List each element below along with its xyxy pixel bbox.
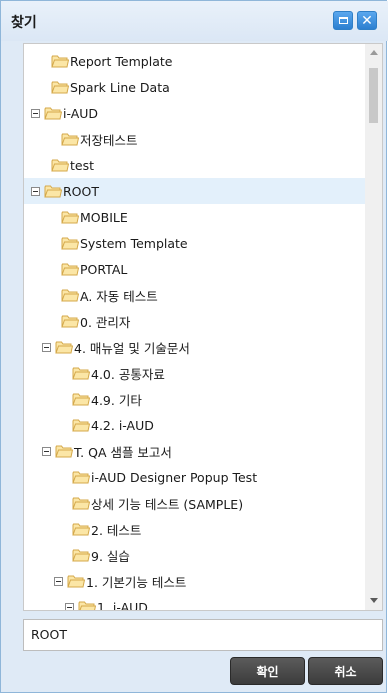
tree-item-label: 4. 매뉴얼 및 기술문서 [74,340,190,356]
tree-item-label: 상세 기능 테스트 (SAMPLE) [91,496,244,512]
maximize-icon [338,17,348,24]
maximize-button[interactable] [333,11,353,30]
folder-icon [51,55,69,68]
folder-icon [61,133,79,146]
folder-icon [72,471,90,484]
tree-item[interactable]: 1. 기본기능 테스트 [54,568,186,594]
scroll-up-icon[interactable] [370,50,378,55]
folder-icon [72,367,90,380]
cancel-button[interactable]: 취소 [308,657,383,685]
tree-item-label: 0. 관리자 [80,314,131,330]
vertical-scrollbar[interactable] [365,44,382,610]
tree-item-label: 4.0. 공통자료 [91,366,165,382]
tree-item[interactable]: Spark Line Data [51,74,170,100]
tree-item-label: 4.2. i-AUD [91,417,154,433]
folder-icon [72,393,90,406]
tree-item-label: 9. 실습 [91,548,130,564]
tree-item[interactable]: i-AUD Designer Popup Test [72,464,257,490]
folder-icon [51,159,69,172]
tree-item[interactable]: 4.9. 기타 [72,386,142,412]
folder-icon [51,81,69,94]
tree-item[interactable]: i-AUD [31,100,98,126]
folder-icon [55,341,73,354]
tree-item-label: i-AUD Designer Popup Test [91,469,258,485]
folder-icon [61,315,79,328]
folder-icon [61,211,79,224]
collapse-toggle-icon[interactable] [31,108,40,118]
tree-item-label: i-AUD [63,105,99,121]
tree-item-label: T. QA 샘플 보고서 [74,444,172,460]
tree-item-label: ROOT [63,183,99,199]
tree-item[interactable]: MOBILE [61,204,128,230]
tree-item-label: test [70,157,95,173]
collapse-toggle-icon[interactable] [31,186,40,196]
tree-item-label: 2. 테스트 [91,522,142,538]
folder-icon [61,263,79,276]
title-bar: 찾기 ✕ [1,1,388,41]
folder-icon [44,107,62,120]
tree-item[interactable]: test [51,152,94,178]
tree-item-label: System Template [80,235,188,251]
folder-tree[interactable]: Report Template Spark Line Data i-AUD 저장테스트… [23,43,383,611]
tree-item[interactable]: 4.0. 공통자료 [72,360,165,386]
tree-item-selected[interactable]: ROOT [24,178,367,204]
folder-icon [55,445,73,458]
close-icon: ✕ [361,12,373,29]
folder-icon [61,289,79,302]
folder-icon [72,497,90,510]
tree-item[interactable]: PORTAL [61,256,127,282]
close-button[interactable]: ✕ [357,11,377,30]
tree-item-label: 4.9. 기타 [91,392,142,408]
folder-icon [78,601,96,610]
find-dialog: 찾기 ✕ Report Template Spark Line Data i-AUD… [0,0,388,693]
tree-item-label: Report Template [70,53,173,69]
collapse-toggle-icon[interactable] [54,576,63,586]
tree-item-label: PORTAL [80,261,128,277]
tree-item-label: 1. i-AUD [97,599,148,611]
tree-item-label: A. 자동 테스트 [80,288,158,304]
folder-icon [72,419,90,432]
tree-item[interactable]: 4.2. i-AUD [72,412,154,438]
tree-item[interactable]: 저장테스트 [61,126,138,152]
scroll-thumb[interactable] [369,68,378,123]
folder-icon [67,575,85,588]
selected-path-field[interactable]: ROOT [23,619,383,651]
tree-item[interactable]: 1. i-AUD [65,594,148,611]
ok-button[interactable]: 확인 [230,657,305,685]
tree-item[interactable]: 2. 테스트 [72,516,141,542]
collapse-toggle-icon[interactable] [42,342,51,352]
folder-icon [44,185,62,198]
tree-item[interactable]: Report Template [51,48,172,74]
folder-icon [72,523,90,536]
tree-item-label: 1. 기본기능 테스트 [86,574,187,590]
tree-item-label: 저장테스트 [80,132,138,148]
tree-item[interactable]: T. QA 샘플 보고서 [42,438,172,464]
tree-item-label: Spark Line Data [70,79,170,95]
collapse-toggle-icon[interactable] [42,446,51,456]
tree-item-label: MOBILE [80,209,128,225]
tree-item[interactable]: 0. 관리자 [61,308,130,334]
scroll-down-icon[interactable] [370,598,378,603]
dialog-title: 찾기 [11,15,37,31]
tree-item[interactable]: 4. 매뉴얼 및 기술문서 [42,334,190,360]
tree-item[interactable]: System Template [61,230,188,256]
tree-item[interactable]: A. 자동 테스트 [61,282,158,308]
tree-item[interactable]: 상세 기능 테스트 (SAMPLE) [72,490,243,516]
tree-item[interactable]: 9. 실습 [72,542,130,568]
collapse-toggle-icon[interactable] [65,602,74,610]
folder-icon [72,549,90,562]
folder-icon [61,237,79,250]
